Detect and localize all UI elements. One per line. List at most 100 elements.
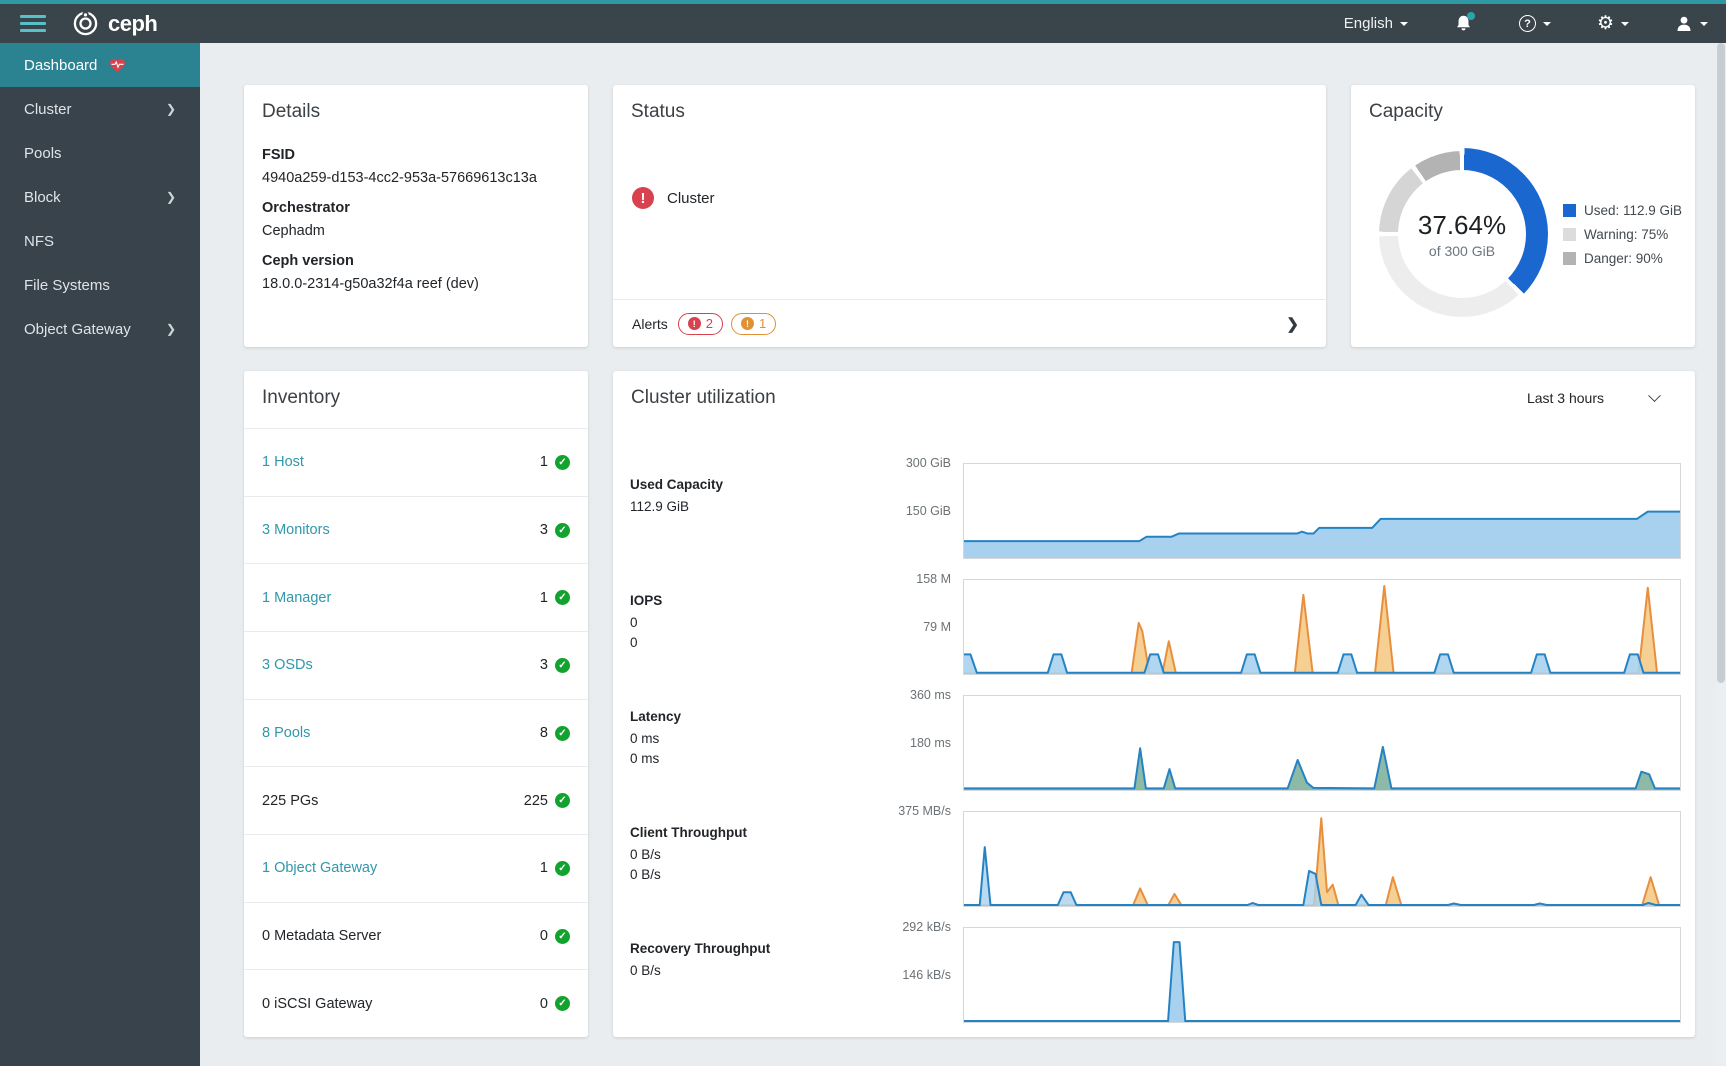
- pools-link[interactable]: 8 Pools: [262, 725, 310, 741]
- time-range-dropdown[interactable]: Last 3 hours: [1527, 390, 1675, 406]
- details-title: Details: [262, 101, 570, 123]
- capacity-card: Capacity 37.64% of 300 GiB Used: 112.9 G…: [1351, 85, 1695, 347]
- chevron-right-icon: ❯: [166, 190, 176, 204]
- inventory-row-iscsi-gateways: 0 iSCSI Gateway 0✓: [244, 969, 588, 1037]
- used-capacity-chart: [963, 463, 1681, 559]
- inventory-row-hosts: 1 Host 1✓: [244, 428, 588, 496]
- exclamation-icon: !: [741, 317, 754, 330]
- check-circle-icon: ✓: [555, 726, 570, 741]
- legend-swatch: [1563, 252, 1576, 265]
- y-axis-tick: 292 kB/s: [902, 920, 951, 934]
- notifications-button[interactable]: [1454, 14, 1473, 33]
- legend-item-danger: Danger: 90%: [1563, 251, 1682, 266]
- navbar-actions: English ? ⚙: [1344, 4, 1708, 43]
- hosts-link[interactable]: 1 Host: [262, 454, 304, 470]
- recovery-throughput-row: Recovery Throughput 0 B/s 292 kB/s 146 k…: [613, 927, 1695, 1023]
- osds-link[interactable]: 3 OSDs: [262, 657, 313, 673]
- inventory-row-osds: 3 OSDs 3✓: [244, 631, 588, 699]
- pgs-label: 225 PGs: [262, 793, 318, 809]
- y-axis-tick: 300 GiB: [906, 456, 951, 470]
- brand-accent-strip: [0, 0, 1726, 4]
- chevron-right-icon: ❯: [166, 102, 176, 116]
- recovery-throughput-chart: [963, 927, 1681, 1023]
- used-capacity-row: Used Capacity 112.9 GiB 300 GiB 150 GiB: [613, 463, 1695, 559]
- sidebar-item-pools[interactable]: Pools: [0, 131, 200, 175]
- top-navbar: ceph English ? ⚙: [0, 4, 1726, 43]
- field-label: Orchestrator: [262, 200, 570, 216]
- inventory-card: Inventory 1 Host 1✓ 3 Monitors 3✓ 1 Mana…: [244, 371, 588, 1037]
- caret-down-icon: [1621, 22, 1629, 26]
- legend-item-warning: Warning: 75%: [1563, 227, 1682, 242]
- sidebar-item-object-gateway[interactable]: Object Gateway ❯: [0, 307, 200, 351]
- capacity-total: of 300 GiB: [1429, 243, 1495, 259]
- check-circle-icon: ✓: [555, 590, 570, 605]
- dashboard-content: Details FSID 4940a259-d153-4cc2-953a-576…: [200, 43, 1726, 1066]
- inventory-list: 1 Host 1✓ 3 Monitors 3✓ 1 Manager 1✓ 3 O…: [244, 428, 588, 1037]
- sidebar-item-block[interactable]: Block ❯: [0, 175, 200, 219]
- hamburger-menu-icon[interactable]: [20, 11, 46, 36]
- critical-alerts-badge[interactable]: ! 2: [678, 313, 723, 335]
- utilization-header: Cluster utilization Last 3 hours: [613, 371, 1695, 409]
- monitors-link[interactable]: 3 Monitors: [262, 522, 330, 538]
- scrollbar-thumb[interactable]: [1717, 43, 1725, 683]
- inventory-title: Inventory: [244, 371, 588, 428]
- metadata-servers-label: 0 Metadata Server: [262, 928, 381, 944]
- notification-dot: [1467, 12, 1475, 20]
- y-axis-tick: 180 ms: [910, 736, 951, 750]
- legend-swatch: [1563, 204, 1576, 217]
- inventory-row-managers: 1 Manager 1✓: [244, 563, 588, 631]
- details-card: Details FSID 4940a259-d153-4cc2-953a-576…: [244, 85, 588, 347]
- y-axis-tick: 150 GiB: [906, 504, 951, 518]
- latency-chart: [963, 695, 1681, 791]
- iscsi-gateways-label: 0 iSCSI Gateway: [262, 996, 372, 1012]
- inventory-row-metadata-servers: 0 Metadata Server 0✓: [244, 902, 588, 970]
- alerts-label: Alerts: [632, 316, 668, 332]
- capacity-percent: 37.64%: [1418, 210, 1506, 241]
- sidebar-item-file-systems[interactable]: File Systems: [0, 263, 200, 307]
- cluster-utilization-card: Cluster utilization Last 3 hours Used Ca…: [613, 371, 1695, 1037]
- sidebar-item-cluster[interactable]: Cluster ❯: [0, 87, 200, 131]
- utilization-charts: Used Capacity 112.9 GiB 300 GiB 150 GiB …: [613, 463, 1695, 1043]
- status-card: Status ! Cluster Alerts ! 2 ! 1 ❯: [613, 85, 1326, 347]
- object-gateways-link[interactable]: 1 Object Gateway: [262, 860, 377, 876]
- heartbeat-icon: [109, 58, 126, 73]
- user-dropdown[interactable]: [1675, 15, 1708, 32]
- chevron-right-icon[interactable]: ❯: [1286, 315, 1307, 333]
- check-circle-icon: ✓: [555, 861, 570, 876]
- check-circle-icon: ✓: [555, 793, 570, 808]
- check-circle-icon: ✓: [555, 455, 570, 470]
- capacity-center-text: 37.64% of 300 GiB: [1379, 151, 1545, 317]
- inventory-row-monitors: 3 Monitors 3✓: [244, 496, 588, 564]
- utilization-title: Cluster utilization: [631, 387, 776, 409]
- user-icon: [1675, 15, 1693, 32]
- latency-row: Latency 0 ms 0 ms 360 ms 180 ms: [613, 695, 1695, 791]
- y-axis-tick: 79 M: [923, 620, 951, 634]
- warning-alerts-badge[interactable]: ! 1: [731, 313, 776, 335]
- ceph-version-value: 18.0.0-2314-g50a32f4a reef (dev): [262, 276, 570, 292]
- question-icon: ?: [1519, 15, 1536, 32]
- inventory-row-pools: 8 Pools 8✓: [244, 699, 588, 767]
- settings-dropdown[interactable]: ⚙: [1597, 14, 1629, 33]
- help-dropdown[interactable]: ?: [1519, 15, 1551, 32]
- ceph-logo[interactable]: ceph: [72, 10, 157, 37]
- capacity-donut-chart: 37.64% of 300 GiB: [1379, 151, 1545, 317]
- inventory-row-object-gateways: 1 Object Gateway 1✓: [244, 834, 588, 902]
- sidebar-nav: Dashboard Cluster ❯ Pools Block ❯ NFS Fi…: [0, 43, 200, 1066]
- chevron-down-icon: [1648, 389, 1661, 402]
- y-axis-tick: 158 M: [916, 572, 951, 586]
- check-circle-icon: ✓: [555, 523, 570, 538]
- iops-chart: [963, 579, 1681, 675]
- y-axis-tick: 360 ms: [910, 688, 951, 702]
- sidebar-item-dashboard[interactable]: Dashboard: [0, 43, 200, 87]
- vertical-scrollbar[interactable]: [1716, 43, 1726, 1066]
- language-dropdown[interactable]: English: [1344, 15, 1408, 32]
- cluster-health-row[interactable]: ! Cluster: [632, 187, 715, 209]
- exclamation-icon: !: [688, 317, 701, 330]
- sidebar-item-nfs[interactable]: NFS: [0, 219, 200, 263]
- managers-link[interactable]: 1 Manager: [262, 590, 331, 606]
- gear-icon: ⚙: [1597, 14, 1614, 33]
- caret-down-icon: [1700, 22, 1708, 26]
- y-axis-tick: 146 kB/s: [902, 968, 951, 982]
- alerts-footer: Alerts ! 2 ! 1 ❯: [613, 299, 1326, 347]
- caret-down-icon: [1543, 22, 1551, 26]
